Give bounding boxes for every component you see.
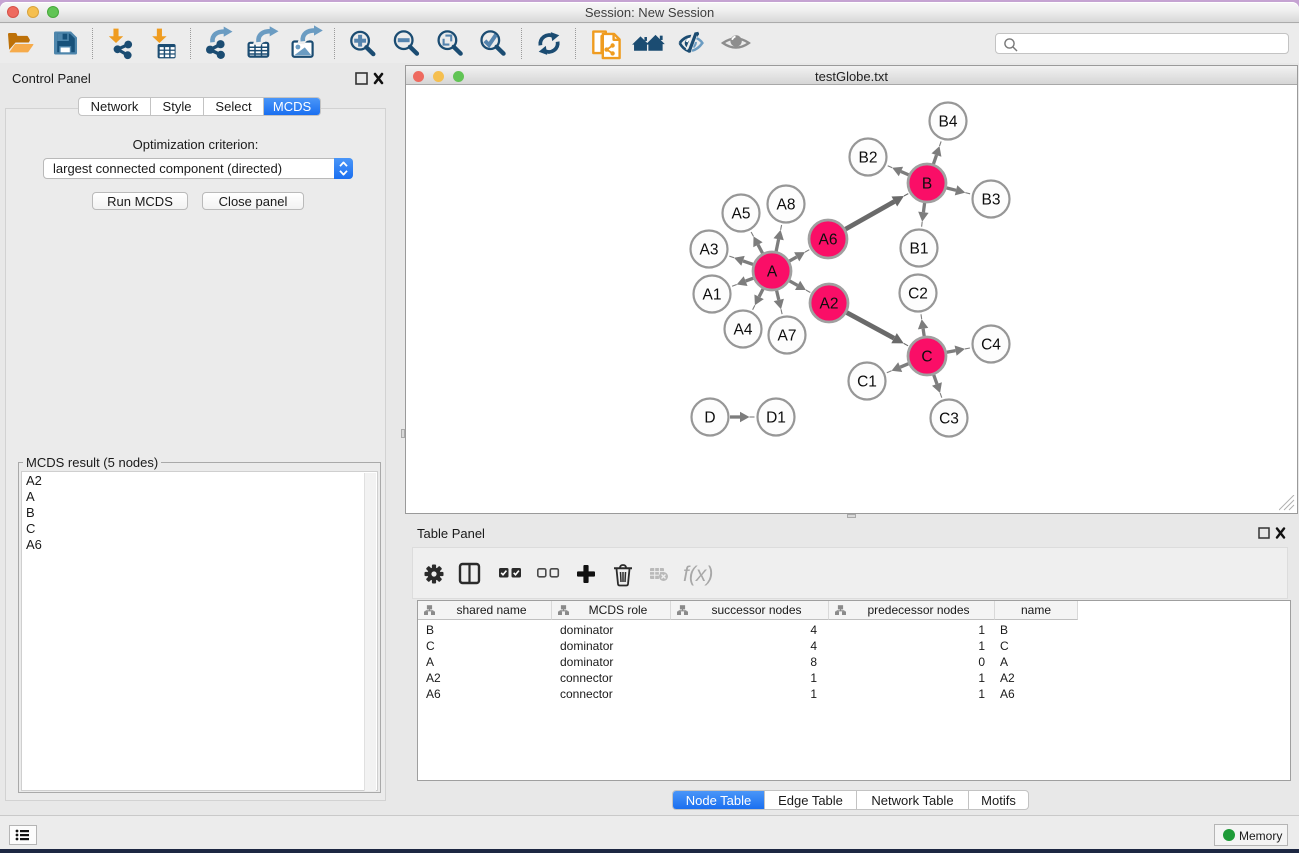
svg-text:A8: A8: [777, 197, 796, 214]
svg-text:A4: A4: [734, 322, 753, 339]
svg-text:D1: D1: [766, 410, 786, 427]
svg-text:B4: B4: [939, 114, 958, 131]
svg-text:A: A: [767, 264, 778, 281]
svg-text:A7: A7: [778, 328, 797, 345]
svg-text:C3: C3: [939, 411, 959, 428]
svg-text:C2: C2: [908, 286, 928, 303]
svg-text:A1: A1: [703, 287, 722, 304]
svg-text:C1: C1: [857, 374, 877, 391]
svg-text:C4: C4: [981, 337, 1001, 354]
svg-text:A3: A3: [700, 242, 719, 259]
svg-text:A6: A6: [819, 232, 838, 249]
svg-text:B: B: [922, 176, 932, 193]
svg-text:f(x): f(x): [683, 563, 713, 586]
svg-text:B1: B1: [910, 241, 929, 258]
svg-text:C: C: [921, 349, 932, 366]
svg-text:A5: A5: [732, 206, 751, 223]
svg-text:A2: A2: [820, 296, 839, 313]
svg-text:B2: B2: [859, 150, 878, 167]
svg-text:B3: B3: [982, 192, 1001, 209]
svg-text:D: D: [704, 410, 715, 427]
